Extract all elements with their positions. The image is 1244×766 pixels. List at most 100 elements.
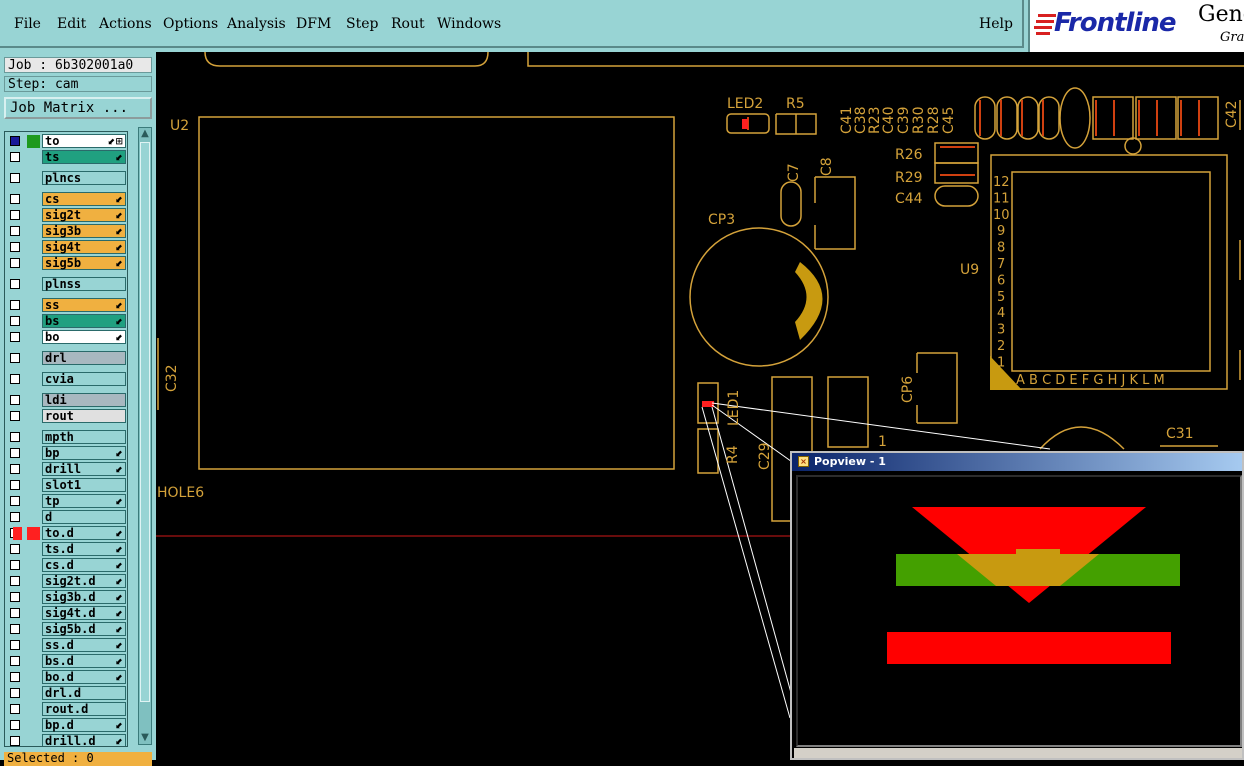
layer-row[interactable]: ss ⬋ — [5, 298, 127, 313]
layer-row[interactable]: rout.d — [5, 702, 127, 717]
layer-name-button[interactable]: to ⬋⊞ — [42, 134, 126, 148]
layer-checkbox[interactable] — [10, 136, 20, 146]
layer-checkbox[interactable] — [10, 640, 20, 650]
layer-row[interactable]: cvia — [5, 372, 127, 387]
layer-name-button[interactable]: bo ⬋ — [42, 330, 126, 344]
layer-checkbox[interactable] — [10, 316, 20, 326]
layer-checkbox[interactable] — [10, 432, 20, 442]
layer-row[interactable]: cs.d ⬋ — [5, 558, 127, 573]
layer-name-button[interactable]: bo.d ⬋ — [42, 670, 126, 684]
layer-row[interactable]: plncs — [5, 171, 127, 186]
layer-name-button[interactable]: slot1 — [42, 478, 126, 492]
layer-checkbox[interactable] — [10, 279, 20, 289]
scroll-up-arrow-icon[interactable]: ▲ — [139, 128, 151, 140]
layer-name-button[interactable]: drill ⬋ — [42, 462, 126, 476]
layer-name-button[interactable]: sig2t ⬋ — [42, 208, 126, 222]
menu-step[interactable]: Step — [346, 16, 378, 32]
layer-name-button[interactable]: sig5b.d ⬋ — [42, 622, 126, 636]
menu-edit[interactable]: Edit — [57, 16, 86, 32]
layer-name-button[interactable]: d — [42, 510, 126, 524]
layer-checkbox[interactable] — [10, 576, 20, 586]
layer-row[interactable]: ldi — [5, 393, 127, 408]
layer-name-button[interactable]: sig5b ⬋ — [42, 256, 126, 270]
layer-name-button[interactable]: ldi — [42, 393, 126, 407]
layer-color-swatch[interactable] — [27, 527, 40, 540]
layer-name-button[interactable]: cs ⬋ — [42, 192, 126, 206]
scroll-down-arrow-icon[interactable]: ▼ — [139, 732, 151, 744]
layer-checkbox[interactable] — [10, 496, 20, 506]
layer-row[interactable]: bp ⬋ — [5, 446, 127, 461]
layer-row[interactable]: bo.d ⬋ — [5, 670, 127, 685]
layer-row[interactable]: ss.d ⬋ — [5, 638, 127, 653]
layer-row[interactable]: to.d ⬋ — [5, 526, 127, 541]
layer-row[interactable]: d — [5, 510, 127, 525]
layer-row[interactable]: drl — [5, 351, 127, 366]
layer-row[interactable]: sig4t.d ⬋ — [5, 606, 127, 621]
layer-row[interactable]: cs ⬋ — [5, 192, 127, 207]
layer-name-button[interactable]: to.d ⬋ — [42, 526, 126, 540]
layer-row[interactable]: drl.d — [5, 686, 127, 701]
layer-checkbox[interactable] — [10, 624, 20, 634]
layer-name-button[interactable]: ss.d ⬋ — [42, 638, 126, 652]
layer-name-button[interactable]: ts.d ⬋ — [42, 542, 126, 556]
layer-name-button[interactable]: cvia — [42, 372, 126, 386]
layer-list-scrollbar[interactable]: ▲ ▼ — [138, 127, 152, 745]
layer-row[interactable]: sig5b ⬋ — [5, 256, 127, 271]
layer-checkbox[interactable] — [10, 173, 20, 183]
layer-checkbox[interactable] — [10, 226, 20, 236]
layer-row[interactable]: ts.d ⬋ — [5, 542, 127, 557]
layer-checkbox[interactable] — [10, 704, 20, 714]
layer-row[interactable]: plnss — [5, 277, 127, 292]
layer-row[interactable]: bp.d ⬋ — [5, 718, 127, 733]
layer-name-button[interactable]: sig3b ⬋ — [42, 224, 126, 238]
layer-name-button[interactable]: drl.d — [42, 686, 126, 700]
layer-row[interactable]: bs ⬋ — [5, 314, 127, 329]
layer-checkbox[interactable] — [10, 353, 20, 363]
layer-checkbox[interactable] — [10, 544, 20, 554]
layer-checkbox[interactable] — [10, 152, 20, 162]
layer-row[interactable]: sig2t ⬋ — [5, 208, 127, 223]
popview-canvas[interactable] — [796, 475, 1242, 747]
layer-checkbox[interactable] — [10, 194, 20, 204]
layer-row[interactable]: tp ⬋ — [5, 494, 127, 509]
layer-name-button[interactable]: rout.d — [42, 702, 126, 716]
layer-name-button[interactable]: sig3b.d ⬋ — [42, 590, 126, 604]
layer-checkbox[interactable] — [10, 258, 20, 268]
layer-name-button[interactable]: cs.d ⬋ — [42, 558, 126, 572]
layer-checkbox[interactable] — [10, 688, 20, 698]
layer-checkbox[interactable] — [10, 480, 20, 490]
layer-name-button[interactable]: plnss — [42, 277, 126, 291]
layer-checkbox[interactable] — [10, 242, 20, 252]
layer-row[interactable]: sig2t.d ⬋ — [5, 574, 127, 589]
layer-checkbox[interactable] — [10, 332, 20, 342]
layer-name-button[interactable]: bp ⬋ — [42, 446, 126, 460]
layer-checkbox[interactable] — [10, 411, 20, 421]
layer-row[interactable]: sig4t ⬋ — [5, 240, 127, 255]
menu-analysis[interactable]: Analysis — [227, 16, 286, 32]
layer-checkbox[interactable] — [10, 210, 20, 220]
layer-row[interactable]: mpth — [5, 430, 127, 445]
layer-row[interactable]: rout — [5, 409, 127, 424]
layer-name-button[interactable]: ss ⬋ — [42, 298, 126, 312]
menu-rout[interactable]: Rout — [391, 16, 425, 32]
popview-window[interactable]: × Popview - 1 — [790, 451, 1244, 760]
layer-name-button[interactable]: drill.d ⬋ — [42, 734, 126, 746]
layer-checkbox[interactable] — [10, 512, 20, 522]
layer-checkbox[interactable] — [10, 374, 20, 384]
layer-name-button[interactable]: ts ⬋ — [42, 150, 126, 164]
layer-checkbox[interactable] — [10, 464, 20, 474]
layer-checkbox[interactable] — [10, 560, 20, 570]
layer-name-button[interactable]: sig4t.d ⬋ — [42, 606, 126, 620]
layer-checkbox[interactable] — [10, 672, 20, 682]
layer-checkbox[interactable] — [10, 608, 20, 618]
layer-name-button[interactable]: tp ⬋ — [42, 494, 126, 508]
layer-row[interactable]: sig3b.d ⬋ — [5, 590, 127, 605]
layer-name-button[interactable]: plncs — [42, 171, 126, 185]
menu-file[interactable]: File — [14, 16, 41, 32]
layer-row[interactable]: sig5b.d ⬋ — [5, 622, 127, 637]
layer-name-button[interactable]: mpth — [42, 430, 126, 444]
layer-checkbox[interactable] — [10, 736, 20, 746]
layer-name-button[interactable]: bp.d ⬋ — [42, 718, 126, 732]
popview-title-bar[interactable]: × Popview - 1 — [792, 453, 1242, 471]
menu-help[interactable]: Help — [979, 16, 1013, 32]
